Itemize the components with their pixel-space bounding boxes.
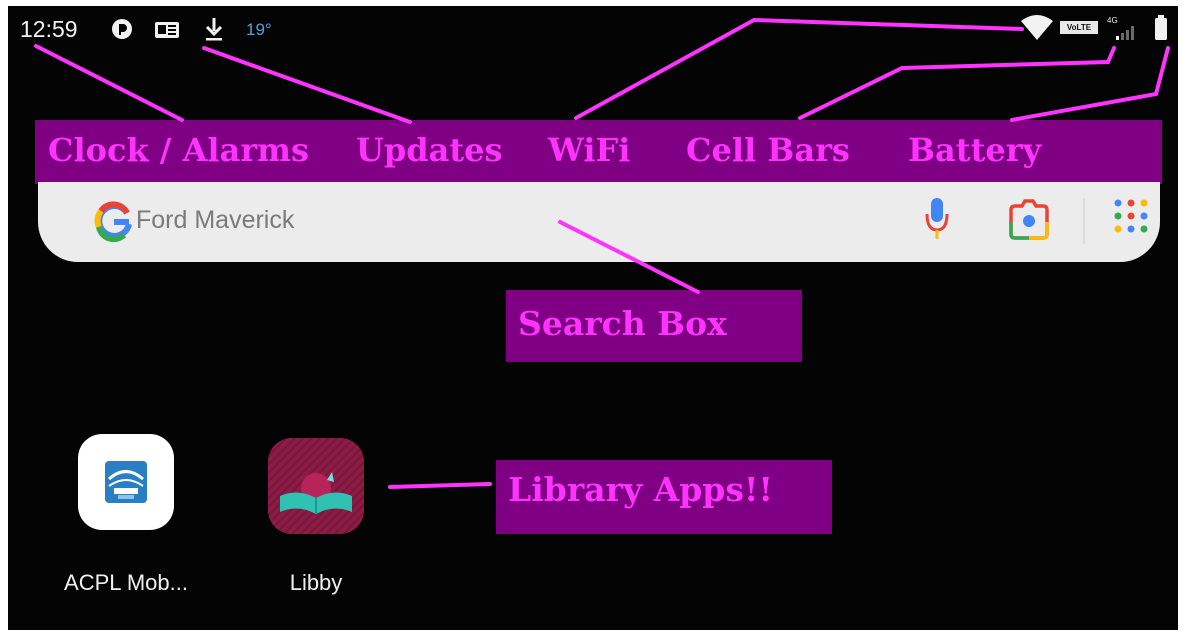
pointer-search-box <box>558 220 700 294</box>
annotation-pointer-lines <box>34 17 1170 489</box>
pointer-cell-bars <box>798 46 1116 120</box>
pointer-battery <box>1010 46 1170 122</box>
pointer-updates <box>202 46 412 124</box>
pointer-wifi <box>574 17 1024 120</box>
pointer-library-apps <box>388 482 492 489</box>
phone-screen: 12:59 19° VoLTE 4G Clock / Alarms Update… <box>8 6 1178 630</box>
pointer-clock <box>34 44 184 122</box>
